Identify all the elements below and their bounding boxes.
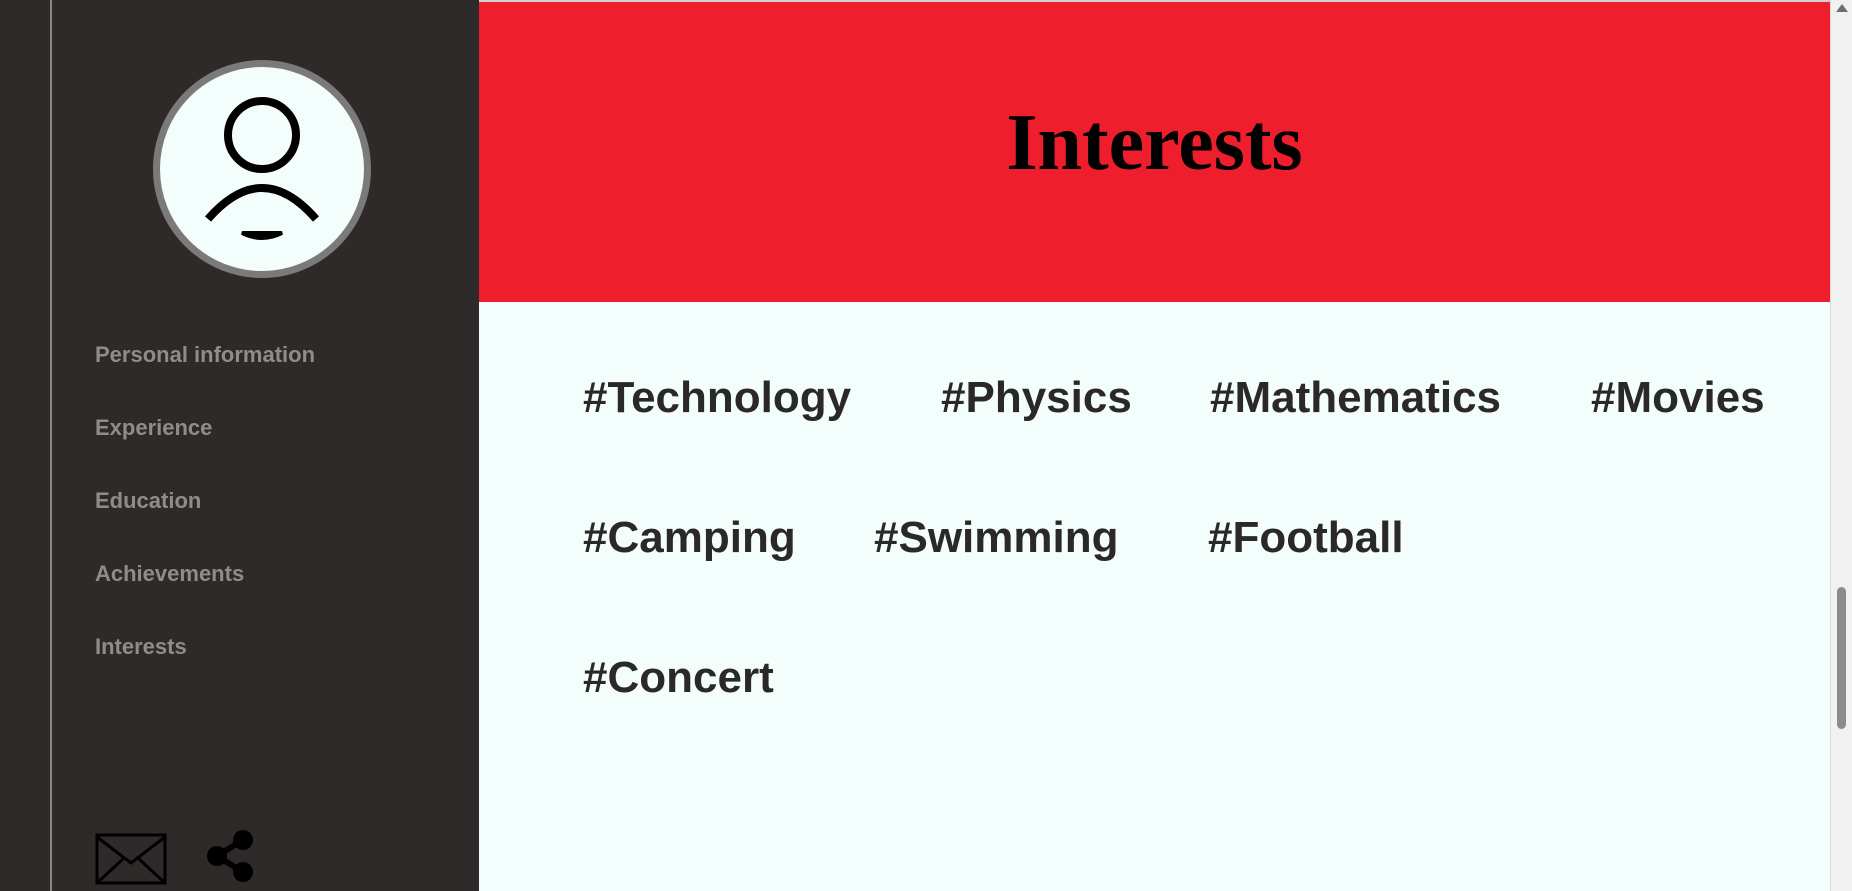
sidebar-item-personal-information[interactable]: Personal information [95, 340, 315, 413]
mail-icon[interactable] [95, 833, 167, 885]
tag-football: #Football [1208, 513, 1404, 562]
left-strip [0, 0, 52, 891]
tag-movies: #Movies [1591, 373, 1765, 422]
avatar [153, 60, 371, 278]
vertical-scrollbar[interactable] [1830, 0, 1852, 891]
scroll-thumb[interactable] [1837, 587, 1846, 729]
page-title: Interests [1006, 99, 1303, 187]
sidebar-item-experience[interactable]: Experience [95, 413, 315, 486]
tag-concert: #Concert [583, 653, 774, 702]
tag-swimming: #Swimming [874, 513, 1119, 562]
share-icon[interactable] [205, 828, 257, 884]
sidebar-item-interests[interactable]: Interests [95, 632, 315, 705]
page: Personal information Experience Educatio… [0, 0, 1852, 891]
tag-mathematics: #Mathematics [1210, 373, 1502, 422]
sidebar-nav: Personal information Experience Educatio… [95, 340, 315, 705]
main-content: Interests #Technology #Physics #Mathemat… [479, 0, 1830, 891]
scroll-up-arrow-icon[interactable] [1836, 4, 1848, 12]
section-header: Interests [479, 0, 1830, 302]
sidebar: Personal information Experience Educatio… [52, 0, 479, 891]
tag-technology: #Technology [583, 373, 852, 422]
tag-camping: #Camping [583, 513, 796, 562]
sidebar-item-education[interactable]: Education [95, 486, 315, 559]
sidebar-item-achievements[interactable]: Achievements [95, 559, 315, 632]
user-avatar-icon [204, 97, 320, 240]
tag-physics: #Physics [941, 373, 1132, 422]
